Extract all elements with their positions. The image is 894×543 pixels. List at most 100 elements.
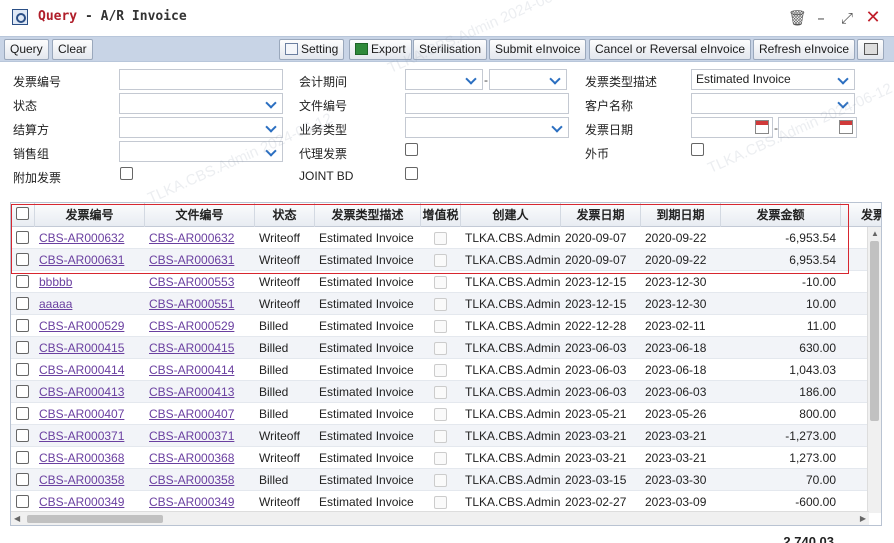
cell-doc-no[interactable]: CBS-AR000407 [145, 403, 255, 425]
horizontal-scroll-thumb[interactable] [27, 515, 163, 523]
row-checkbox[interactable] [16, 297, 29, 310]
invoice-date-to-input[interactable] [778, 117, 857, 138]
print-button[interactable] [857, 39, 884, 60]
table-row[interactable]: CBS-AR000415 CBS-AR000415 Billed Estimated … [11, 337, 881, 359]
invoice-type-desc-select[interactable]: Estimated Invoice [691, 69, 855, 90]
extra-invoice-checkbox[interactable] [120, 167, 133, 180]
cell-invoice-no[interactable]: CBS-AR000371 [35, 425, 145, 447]
table-row[interactable]: CBS-AR000371 CBS-AR000371 Writeoff Estimate… [11, 425, 881, 447]
cell-invoice-no[interactable]: CBS-AR000413 [35, 381, 145, 403]
table-row[interactable]: CBS-AR000407 CBS-AR000407 Billed Estimated … [11, 403, 881, 425]
table-row[interactable]: CBS-AR000632 CBS-AR000632 Writeoff Estimate… [11, 227, 881, 249]
cell-doc-no[interactable]: CBS-AR000358 [145, 469, 255, 491]
minimize-icon[interactable]: – [812, 9, 830, 27]
settle-select[interactable] [119, 117, 283, 138]
horizontal-scrollbar[interactable]: ◀ ▶ [11, 511, 869, 525]
scroll-left-icon[interactable]: ◀ [14, 514, 20, 523]
vertical-scroll-thumb[interactable] [870, 241, 879, 421]
cell-invoice-no[interactable]: CBS-AR000358 [35, 469, 145, 491]
cell-doc-no[interactable]: CBS-AR000414 [145, 359, 255, 381]
cell-invoice-no[interactable]: CBS-AR000631 [35, 249, 145, 271]
header-invoice-no[interactable]: 发票编号 [35, 203, 145, 227]
row-checkbox[interactable] [16, 429, 29, 442]
sterilisation-button[interactable]: Sterilisation [413, 39, 488, 60]
cell-invoice-no[interactable]: CBS-AR000415 [35, 337, 145, 359]
joint-bd-checkbox[interactable] [405, 167, 418, 180]
maximize-icon[interactable]: ⤢ [838, 9, 856, 27]
setting-button[interactable]: Setting [279, 39, 345, 60]
table-row[interactable]: CBS-AR000368 CBS-AR000368 Writeoff Estimate… [11, 447, 881, 469]
refresh-einvoice-button[interactable]: Refresh eInvoice [753, 39, 856, 60]
row-checkbox[interactable] [16, 407, 29, 420]
invoice-no-input[interactable] [119, 69, 283, 90]
row-checkbox[interactable] [16, 231, 29, 244]
row-checkbox[interactable] [16, 473, 29, 486]
invoice-date-from-input[interactable] [691, 117, 773, 138]
foreign-currency-checkbox[interactable] [691, 143, 704, 156]
row-checkbox[interactable] [16, 319, 29, 332]
table-row[interactable]: bbbbb CBS-AR000553 Writeoff Estimated Invoi… [11, 271, 881, 293]
doc-no-input[interactable] [405, 93, 569, 114]
period-to-select[interactable] [489, 69, 567, 90]
status-select[interactable] [119, 93, 283, 114]
period-from-select[interactable] [405, 69, 483, 90]
header-vat[interactable]: 增值税 [421, 203, 461, 227]
header-creator[interactable]: 创建人 [461, 203, 561, 227]
row-checkbox[interactable] [16, 451, 29, 464]
row-checkbox[interactable] [16, 495, 29, 508]
table-row[interactable]: CBS-AR000414 CBS-AR000414 Billed Estimated … [11, 359, 881, 381]
header-invoice-type-desc[interactable]: 发票类型描述 [315, 203, 421, 227]
table-row[interactable]: CBS-AR000631 CBS-AR000631 Writeoff Estimate… [11, 249, 881, 271]
select-all-checkbox[interactable] [16, 207, 29, 220]
clear-button[interactable]: Clear [52, 39, 93, 60]
calendar-icon[interactable] [839, 120, 853, 134]
cell-invoice-no[interactable]: CBS-AR000529 [35, 315, 145, 337]
query-button[interactable]: Query [4, 39, 49, 60]
table-row[interactable]: CBS-AR000349 CBS-AR000349 Writeoff Estimate… [11, 491, 881, 513]
header-doc-no[interactable]: 文件编号 [145, 203, 255, 227]
scroll-right-icon[interactable]: ▶ [860, 514, 866, 523]
customer-name-select[interactable] [691, 93, 855, 114]
header-invoice-date[interactable]: 发票日期 [561, 203, 641, 227]
cell-doc-no[interactable]: CBS-AR000349 [145, 491, 255, 513]
header-status[interactable]: 状态 [255, 203, 315, 227]
trash-icon[interactable]: 🗑 [788, 9, 807, 27]
cancel-reversal-einvoice-button[interactable]: Cancel or Reversal eInvoice [589, 39, 752, 60]
row-checkbox[interactable] [16, 363, 29, 376]
row-checkbox[interactable] [16, 253, 29, 266]
table-row[interactable]: CBS-AR000413 CBS-AR000413 Billed Estimated … [11, 381, 881, 403]
close-icon[interactable]: ✕ [864, 9, 882, 27]
table-row[interactable]: aaaaa CBS-AR000551 Writeoff Estimated Invoi… [11, 293, 881, 315]
submit-einvoice-button[interactable]: Submit eInvoice [489, 39, 587, 60]
cell-doc-no[interactable]: CBS-AR000371 [145, 425, 255, 447]
header-due-date[interactable]: 到期日期 [641, 203, 721, 227]
cell-doc-no[interactable]: CBS-AR000529 [145, 315, 255, 337]
cell-invoice-no[interactable]: CBS-AR000414 [35, 359, 145, 381]
cell-doc-no[interactable]: CBS-AR000551 [145, 293, 255, 315]
scroll-up-icon[interactable]: ▲ [871, 229, 879, 238]
cell-invoice-no[interactable]: CBS-AR000632 [35, 227, 145, 249]
cell-doc-no[interactable]: CBS-AR000413 [145, 381, 255, 403]
row-checkbox[interactable] [16, 385, 29, 398]
header-invoice-amount[interactable]: 发票金额 [721, 203, 841, 227]
cell-invoice-no[interactable]: CBS-AR000368 [35, 447, 145, 469]
table-row[interactable]: CBS-AR000358 CBS-AR000358 Billed Estimated … [11, 469, 881, 491]
sales-group-select[interactable] [119, 141, 283, 162]
cell-doc-no[interactable]: CBS-AR000631 [145, 249, 255, 271]
cell-doc-no[interactable]: CBS-AR000415 [145, 337, 255, 359]
agent-invoice-checkbox[interactable] [405, 143, 418, 156]
row-checkbox[interactable] [16, 275, 29, 288]
biz-type-select[interactable] [405, 117, 569, 138]
cell-doc-no[interactable]: CBS-AR000632 [145, 227, 255, 249]
export-button[interactable]: Export [349, 39, 412, 60]
header-invoice-extra[interactable]: 发票 [841, 203, 881, 227]
cell-doc-no[interactable]: CBS-AR000553 [145, 271, 255, 293]
cell-invoice-no[interactable]: CBS-AR000349 [35, 491, 145, 513]
cell-invoice-no[interactable]: aaaaa [35, 293, 145, 315]
cell-doc-no[interactable]: CBS-AR000368 [145, 447, 255, 469]
calendar-icon[interactable] [755, 120, 769, 134]
vertical-scrollbar[interactable]: ▲ [867, 227, 881, 513]
cell-invoice-no[interactable]: CBS-AR000407 [35, 403, 145, 425]
table-row[interactable]: CBS-AR000529 CBS-AR000529 Billed Estimated … [11, 315, 881, 337]
cell-invoice-no[interactable]: bbbbb [35, 271, 145, 293]
